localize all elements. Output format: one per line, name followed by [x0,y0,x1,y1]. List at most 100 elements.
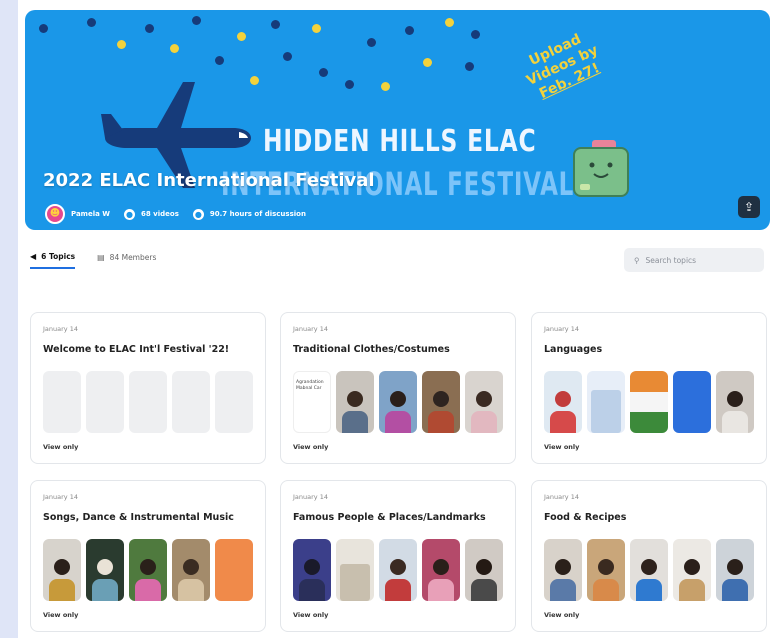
topic-title: Food & Recipes [544,512,627,523]
banner-dot [319,68,328,77]
cover-banner: HIDDEN HILLS ELAC INTERNATIONAL FESTIVAL… [25,10,770,230]
topic-date: January 14 [293,325,328,333]
banner-meta: ☻ Pamela W ● 68 videos ● 90.7 hours of d… [45,204,306,224]
video-thumbnail[interactable]: Agrandation Mabnal Car [293,371,331,433]
topic-card-welcome[interactable]: January 14 Welcome to ELAC Int'l Festiva… [30,312,266,464]
access-label: View only [43,611,79,619]
video-thumbnail[interactable] [716,539,754,601]
video-thumbnail[interactable] [673,539,711,601]
video-thumbnail[interactable] [379,371,417,433]
video-placeholder [86,371,124,433]
access-label: View only [544,443,580,451]
video-thumbnails [43,371,253,433]
video-thumbnails[interactable] [544,371,754,433]
topic-title: Languages [544,344,603,355]
topic-date: January 14 [43,493,78,501]
search-placeholder: Search topics [645,255,697,265]
access-label: View only [43,443,79,451]
topic-date: January 14 [544,325,579,333]
banner-dot [367,38,376,47]
banner-dot [215,56,224,65]
share-icon: ⇪ [743,200,755,214]
video-thumbnail[interactable] [379,539,417,601]
avatar[interactable]: ☻ [45,204,65,224]
topic-card-food[interactable]: January 14 Food & Recipes View only [531,480,767,632]
video-placeholder [215,371,253,433]
upload-deadline-note: Upload Videos by Feb. 27! [511,24,614,108]
access-label: View only [544,611,580,619]
video-thumbnail[interactable] [587,539,625,601]
banner-dot [445,18,454,27]
clock-icon: ● [192,208,204,220]
topic-date: January 14 [544,493,579,501]
banner-dot [145,24,154,33]
video-thumbnail[interactable] [673,371,711,433]
tab-label: 6 Topics [41,252,76,261]
video-thumbnail[interactable] [422,539,460,601]
video-thumbnail[interactable] [215,539,253,601]
topic-card-clothes[interactable]: January 14 Traditional Clothes/Costumes … [280,312,516,464]
video-thumbnail[interactable] [465,371,503,433]
video-thumbnail[interactable] [172,539,210,601]
banner-dot [117,40,126,49]
video-placeholder [43,371,81,433]
banner-dot [192,16,201,25]
video-thumbnail[interactable] [465,539,503,601]
video-thumbnail[interactable] [129,539,167,601]
banner-dot [250,76,259,85]
banner-dot [405,26,414,35]
thumbnail-caption: Agrandation Mabnal Car [296,380,324,391]
banner-dot [237,32,246,41]
video-thumbnail[interactable] [293,539,331,601]
topic-title: Welcome to ELAC Int'l Festival '22! [43,344,230,355]
topic-title: Famous People & Places/Landmarks [293,512,486,523]
video-thumbnail[interactable] [43,539,81,601]
video-thumbnail[interactable] [86,539,124,601]
access-label: View only [293,443,329,451]
banner-dot [465,62,474,71]
video-thumbnail[interactable] [630,371,668,433]
suitcase-icon [573,140,629,197]
video-thumbnails[interactable] [43,539,253,601]
tab-bar: ◀ 6 Topics ▤ 84 Members [30,252,156,269]
banner-dot [283,52,292,61]
video-count: 68 videos [141,210,179,218]
video-thumbnails[interactable] [544,539,754,601]
topics-icon: ◀ [30,252,37,261]
video-thumbnail[interactable] [544,371,582,433]
video-thumbnail[interactable] [630,539,668,601]
share-button[interactable]: ⇪ [738,196,760,218]
video-thumbnail[interactable] [716,371,754,433]
banner-dot [39,24,48,33]
banner-dot [312,24,321,33]
video-icon: ● [124,208,135,220]
topic-card-music[interactable]: January 14 Songs, Dance & Instrumental M… [30,480,266,632]
video-placeholder [172,371,210,433]
topic-card-languages[interactable]: January 14 Languages View only [531,312,767,464]
topic-title: Songs, Dance & Instrumental Music [43,512,234,523]
video-thumbnails[interactable] [293,539,503,601]
tab-members[interactable]: ▤ 84 Members [97,252,156,269]
video-thumbnail[interactable] [422,371,460,433]
video-thumbnail[interactable] [544,539,582,601]
tab-label: 84 Members [109,253,157,262]
video-thumbnail[interactable] [336,539,374,601]
banner-dot [381,82,390,91]
banner-dot [345,80,354,89]
author-name: Pamela W [71,210,110,218]
topic-date: January 14 [43,325,78,333]
tab-topics[interactable]: ◀ 6 Topics [30,252,76,269]
banner-art-title: HIDDEN HILLS ELAC [263,124,537,159]
topic-date: January 14 [293,493,328,501]
topic-card-famous-people[interactable]: January 14 Famous People & Places/Landma… [280,480,516,632]
festival-title: 2022 ELAC International Festival [43,170,375,191]
flag-image [630,371,668,433]
search-input[interactable]: ⚲ Search topics [624,248,764,272]
topic-title: Traditional Clothes/Costumes [293,344,450,355]
video-thumbnails[interactable]: Agrandation Mabnal Car [293,371,503,433]
banner-dot [170,44,179,53]
discussion-hours: 90.7 hours of discussion [209,210,306,218]
video-thumbnail[interactable] [336,371,374,433]
search-icon: ⚲ [634,255,640,265]
video-thumbnail[interactable] [587,371,625,433]
